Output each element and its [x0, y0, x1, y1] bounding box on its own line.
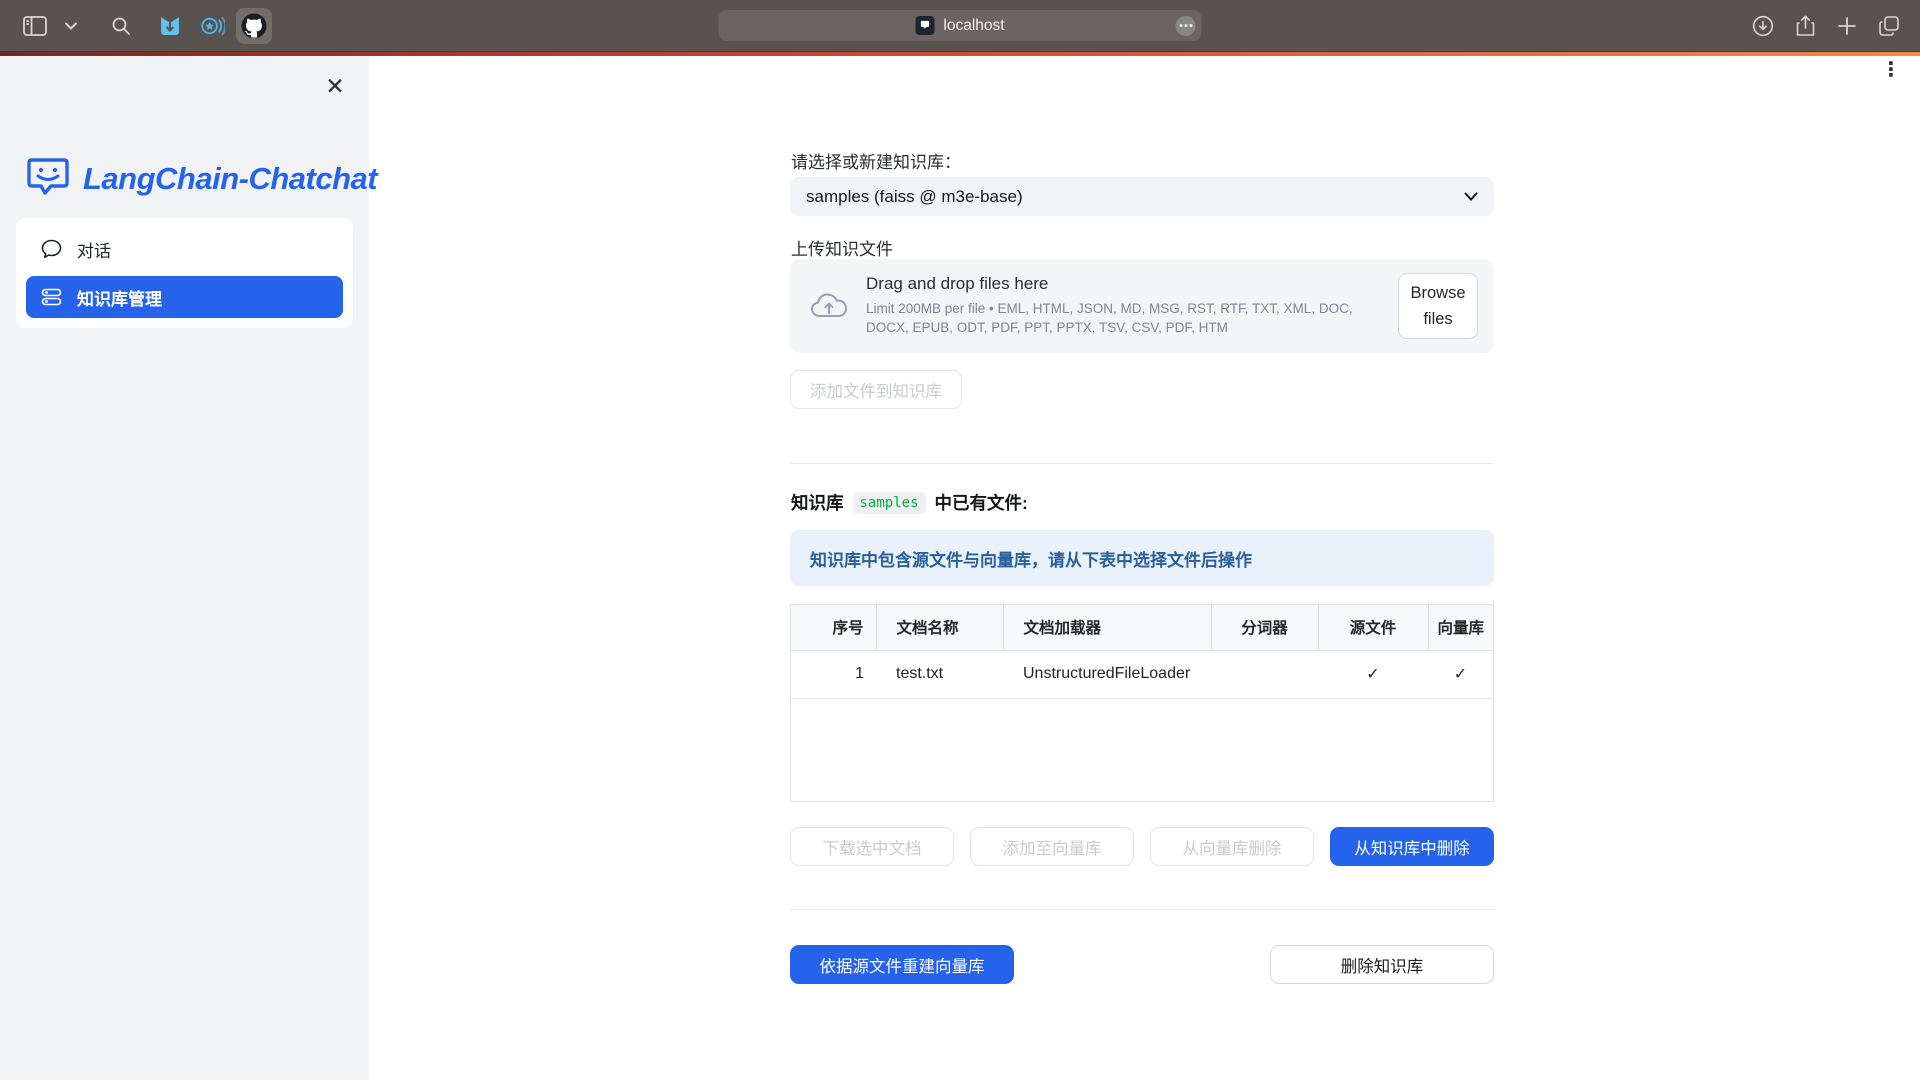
- bookmark-cat-extension-icon[interactable]: [152, 8, 188, 44]
- chat-bubble-icon: [41, 239, 62, 259]
- nav-item-knowledge-base[interactable]: 知识库管理: [26, 276, 343, 318]
- logo-chat-bubble-icon: [24, 156, 72, 202]
- col-header-vector[interactable]: 向量库: [1428, 605, 1493, 650]
- kb-heading-suffix: 中已有文件:: [935, 490, 1028, 515]
- kb-select-label: 请选择或新建知识库：: [791, 148, 961, 173]
- cell-vector-check: ✓: [1428, 650, 1493, 698]
- chevron-down-icon[interactable]: [56, 11, 86, 41]
- kb-heading-prefix: 知识库: [791, 490, 844, 515]
- kb-select-dropdown[interactable]: samples (faiss @ m3e-base): [790, 177, 1494, 216]
- nav-item-label: 知识库管理: [77, 285, 162, 310]
- nav-item-label: 对话: [77, 237, 111, 262]
- cell-name: test.txt: [876, 650, 1003, 698]
- delete-from-vectorstore-button[interactable]: 从向量库删除: [1150, 827, 1314, 866]
- search-icon[interactable]: [106, 11, 136, 41]
- file-dropzone[interactable]: Drag and drop files here Limit 200MB per…: [790, 259, 1494, 353]
- nav-item-dialogue[interactable]: 对话: [26, 228, 343, 270]
- kb-select-value: samples (faiss @ m3e-base): [806, 187, 1023, 207]
- dropzone-title: Drag and drop files here: [866, 274, 1380, 294]
- app-logo: LangChain-Chatchat: [0, 56, 369, 202]
- delete-from-kb-button[interactable]: 从知识库中删除: [1330, 827, 1494, 866]
- upload-label: 上传知识文件: [791, 235, 893, 260]
- nav-menu: 对话 知识库管理: [16, 218, 353, 328]
- kb-files-table[interactable]: 序号 文档名称 文档加载器 分词器 源文件 向量库 1 test.txt Uns…: [790, 604, 1494, 802]
- new-tab-icon[interactable]: [1832, 11, 1862, 41]
- info-banner: 知识库中包含源文件与向量库，请从下表中选择文件后操作: [790, 530, 1494, 586]
- cell-index: 1: [791, 650, 876, 698]
- chevron-down-icon: [1464, 192, 1478, 201]
- col-header-splitter[interactable]: 分词器: [1211, 605, 1318, 650]
- logo-text: LangChain-Chatchat: [83, 161, 377, 197]
- main-content: 请选择或新建知识库： samples (faiss @ m3e-base) 上传…: [790, 0, 1494, 1080]
- col-header-source[interactable]: 源文件: [1318, 605, 1428, 650]
- table-header-row: 序号 文档名称 文档加载器 分词器 源文件 向量库: [791, 605, 1493, 650]
- cloud-upload-icon: [810, 291, 848, 321]
- tab-overview-icon[interactable]: [1874, 11, 1904, 41]
- info-banner-text: 知识库中包含源文件与向量库，请从下表中选择文件后操作: [810, 546, 1252, 571]
- section-divider: [790, 463, 1494, 464]
- rebuild-vectorstore-button[interactable]: 依据源文件重建向量库: [790, 945, 1014, 984]
- add-files-to-kb-button[interactable]: 添加文件到知识库: [790, 370, 962, 409]
- dropzone-limit-text: Limit 200MB per file • EML, HTML, JSON, …: [866, 300, 1380, 338]
- sidebar-toggle-icon[interactable]: [20, 11, 50, 41]
- app-menu-kebab-icon[interactable]: ⋮: [1881, 60, 1901, 80]
- section-divider: [790, 909, 1494, 910]
- downloads-icon[interactable]: [1748, 11, 1778, 41]
- sidebar-close-icon[interactable]: ✕: [321, 72, 349, 100]
- col-header-name[interactable]: 文档名称: [876, 605, 1003, 650]
- live-circles-extension-icon[interactable]: [194, 8, 230, 44]
- database-stack-icon: [41, 287, 62, 307]
- kb-files-heading: 知识库 samples 中已有文件:: [791, 490, 1028, 515]
- kb-name-code: samples: [853, 492, 926, 514]
- cell-loader: UnstructuredFileLoader: [1003, 650, 1211, 698]
- col-header-index[interactable]: 序号: [791, 605, 876, 650]
- row-action-buttons: 下载选中文档 添加至向量库 从向量库删除 从知识库中删除: [790, 827, 1494, 866]
- download-selected-button[interactable]: 下载选中文档: [790, 827, 954, 866]
- share-icon[interactable]: [1790, 11, 1820, 41]
- table-row[interactable]: 1 test.txt UnstructuredFileLoader ✓ ✓: [791, 650, 1493, 698]
- browse-files-button[interactable]: Browse files: [1398, 273, 1478, 340]
- add-to-vectorstore-button[interactable]: 添加至向量库: [970, 827, 1134, 866]
- cell-source-check: ✓: [1318, 650, 1428, 698]
- col-header-loader[interactable]: 文档加载器: [1003, 605, 1211, 650]
- github-icon[interactable]: [236, 8, 272, 44]
- delete-kb-button[interactable]: 删除知识库: [1270, 945, 1494, 984]
- cell-splitter: [1211, 650, 1318, 698]
- app-sidebar: ✕ LangChain-Chatchat 对话: [0, 56, 369, 1080]
